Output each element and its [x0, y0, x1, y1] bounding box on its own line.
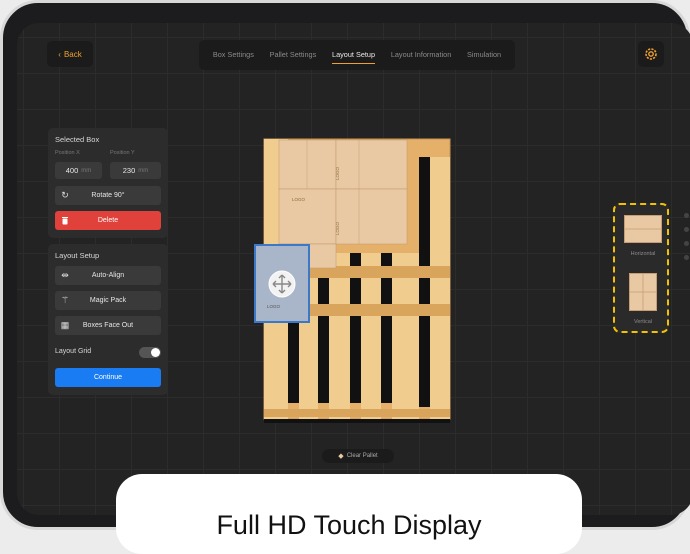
- boxes-face-out-label: Boxes Face Out: [82, 322, 134, 329]
- magic-pack-button[interactable]: ⚚ Magic Pack: [55, 291, 161, 310]
- back-button[interactable]: ‹ Back: [47, 41, 93, 67]
- chevron-left-icon: ‹: [58, 49, 61, 59]
- tab-box-settings[interactable]: Box Settings: [213, 40, 254, 70]
- side-dot: [684, 227, 689, 232]
- side-dot: [684, 255, 689, 260]
- horizontal-option[interactable]: Horizontal: [624, 215, 662, 257]
- position-x-field[interactable]: 400 mm: [55, 162, 102, 179]
- rotate-label: Rotate 90°: [91, 192, 125, 199]
- box-1[interactable]: [278, 139, 337, 190]
- box-4[interactable]: [335, 188, 408, 245]
- tab-bar: Box Settings Pallet Settings Layout Setu…: [199, 40, 515, 70]
- tab-pallet-settings[interactable]: Pallet Settings: [270, 40, 317, 70]
- vertical-option[interactable]: Vertical: [624, 273, 662, 325]
- clear-pallet-button[interactable]: ◆ Clear Pallet: [322, 449, 394, 463]
- box-label-2: LOGO: [335, 166, 341, 181]
- layout-grid-toggle[interactable]: [139, 347, 161, 358]
- tab-layout-setup[interactable]: Layout Setup: [332, 40, 376, 70]
- side-dot: [684, 241, 689, 246]
- app-screen: ‹ Back Box Settings Pallet Settings Layo…: [17, 23, 690, 515]
- move-icon: [268, 270, 296, 298]
- trash-icon: [55, 216, 75, 225]
- gear-icon: [645, 48, 657, 60]
- position-y-field[interactable]: 230 mm: [110, 162, 161, 179]
- boxes-face-out-button[interactable]: ▦ Boxes Face Out: [55, 316, 161, 335]
- auto-align-label: Auto-Align: [91, 272, 125, 279]
- selected-box-title: Selected Box: [55, 135, 100, 144]
- layout-setup-title: Layout Setup: [55, 251, 100, 260]
- position-y-label: Position Y: [110, 150, 135, 156]
- position-y-value: 230: [122, 166, 136, 175]
- grid-icon: ▦: [60, 320, 70, 330]
- selected-box[interactable]: LOGO: [254, 244, 310, 323]
- promo-caption: Full HD Touch Display: [116, 474, 582, 554]
- layout-grid-label: Layout Grid: [55, 348, 92, 355]
- delete-button[interactable]: Delete: [55, 211, 161, 230]
- vertical-box-icon: [629, 273, 657, 311]
- rotate-icon: ↻: [61, 190, 69, 200]
- back-label: Back: [63, 49, 82, 59]
- position-x-value: 400: [65, 166, 79, 175]
- delete-label: Delete: [97, 217, 119, 224]
- layout-setup-panel: Layout Setup ⇹ Auto-Align ⚚ Magic Pack ▦…: [48, 244, 168, 395]
- horizontal-box-icon: [624, 215, 662, 243]
- magic-pack-label: Magic Pack: [89, 297, 127, 304]
- box-2[interactable]: [335, 139, 408, 190]
- horizontal-label: Horizontal: [630, 251, 656, 257]
- settings-button[interactable]: [638, 41, 664, 67]
- vertical-label: Vertical: [633, 319, 653, 325]
- box-label-1: LOGO: [292, 197, 306, 202]
- device-side-buttons: [684, 213, 689, 260]
- align-icon: ⇹: [61, 270, 69, 280]
- selected-box-panel: Selected Box Position X Position Y 400 m…: [48, 128, 168, 238]
- rotate-button[interactable]: ↻ Rotate 90°: [55, 186, 161, 205]
- magic-wand-icon: ⚚: [60, 295, 70, 305]
- box-3[interactable]: [278, 188, 337, 245]
- orientation-panel: Horizontal Vertical: [613, 203, 669, 333]
- continue-button[interactable]: Continue: [55, 368, 161, 387]
- box-label-3: LOGO: [335, 221, 341, 236]
- auto-align-button[interactable]: ⇹ Auto-Align: [55, 266, 161, 285]
- tab-simulation[interactable]: Simulation: [467, 40, 501, 70]
- selected-box-label: LOGO: [267, 304, 281, 309]
- position-x-unit: mm: [81, 167, 92, 174]
- tablet-frame: ‹ Back Box Settings Pallet Settings Layo…: [0, 0, 690, 530]
- continue-label: Continue: [93, 374, 123, 381]
- side-dot: [684, 213, 689, 218]
- pallet-icon: ◆: [338, 453, 344, 460]
- position-y-unit: mm: [138, 167, 149, 174]
- clear-pallet-label: Clear Pallet: [346, 453, 378, 459]
- tab-layout-information[interactable]: Layout Information: [391, 40, 451, 70]
- position-x-label: Position X: [55, 150, 80, 156]
